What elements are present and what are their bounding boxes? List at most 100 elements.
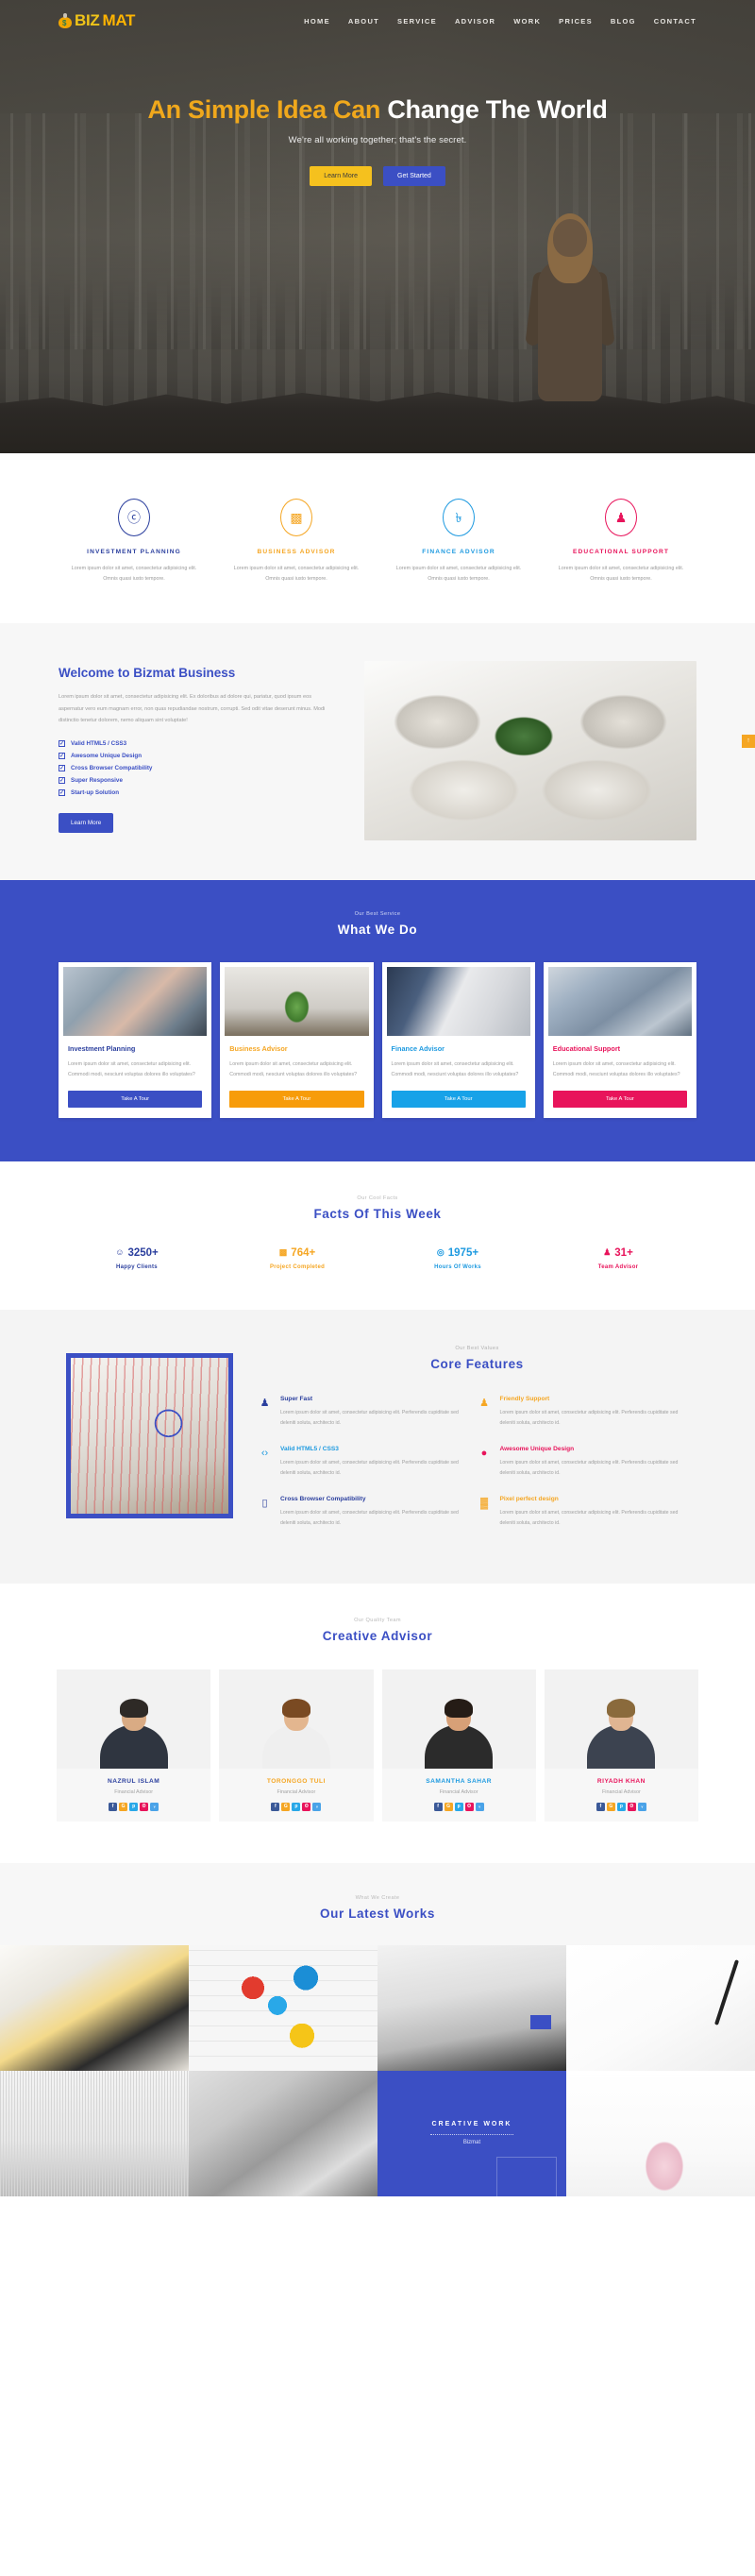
service-card-educational-support[interactable]: Educational Support Lorem ipsum dolor si… xyxy=(543,961,696,1118)
features-grid: ♟ Super Fast Lorem ipsum dolor sit amet,… xyxy=(258,1396,696,1546)
nav-item-contact[interactable]: CONTACT xyxy=(654,17,696,25)
learn-more-button[interactable]: Learn More xyxy=(310,166,372,187)
social-links: f G p ʘ ᵥ xyxy=(57,1802,210,1811)
buildings-silhouette xyxy=(0,274,755,415)
avatar xyxy=(219,1669,374,1769)
facebook-icon[interactable]: f xyxy=(271,1802,280,1811)
service-cards: Investment Planning Lorem ipsum dolor si… xyxy=(59,961,696,1118)
hero-subtitle: We're all working together; that's the s… xyxy=(288,135,467,146)
checklist-label: Awesome Unique Design xyxy=(71,753,143,760)
card-text: Lorem ipsum dolor sit amet, consectetur … xyxy=(229,1060,358,1077)
scroll-to-top-button[interactable]: ↑ xyxy=(742,734,755,748)
service-item-educational-support[interactable]: ♟ EDUCATIONAL SUPPORT Lorem ipsum dolor … xyxy=(544,499,698,585)
service-text: Lorem ipsum dolor sit amet, consectetur … xyxy=(71,566,197,583)
dribbble-icon[interactable]: ʘ xyxy=(140,1802,149,1811)
checklist-label: Start-up Solution xyxy=(71,789,120,797)
twitter-icon[interactable]: ᵥ xyxy=(150,1802,159,1811)
portfolio-item[interactable] xyxy=(566,2070,755,2196)
service-text: Lorem ipsum dolor sit amet, consectetur … xyxy=(558,566,684,583)
portfolio-item[interactable] xyxy=(189,2070,378,2196)
service-card-business-advisor[interactable]: Business Advisor Lorem ipsum dolor sit a… xyxy=(220,961,374,1118)
nav-item-service[interactable]: SERVICE xyxy=(397,17,437,25)
feature-text: Lorem ipsum dolor sit amet, consectetur … xyxy=(280,1509,459,1527)
fact-value: 764+ xyxy=(291,1246,316,1259)
pinterest-icon[interactable]: p xyxy=(129,1802,139,1811)
take-a-tour-button[interactable]: Take A Tour xyxy=(391,1090,526,1108)
team-member-card[interactable]: TORONGGO TULI Financial Advisor f G p ʘ … xyxy=(219,1669,374,1822)
get-started-button[interactable]: Get Started xyxy=(383,166,445,187)
take-a-tour-button[interactable]: Take A Tour xyxy=(552,1090,687,1108)
site-logo[interactable]: BIZMAT xyxy=(59,11,135,30)
pinterest-icon[interactable]: p xyxy=(616,1802,626,1811)
team-member-card[interactable]: SAMANTHA SAHAR Financial Advisor f G p ʘ… xyxy=(381,1669,536,1822)
portfolio-item[interactable] xyxy=(0,1944,189,2071)
take-a-tour-button[interactable]: Take A Tour xyxy=(68,1090,203,1108)
card-title: Business Advisor xyxy=(229,1043,288,1053)
check-icon: ✓ xyxy=(59,789,65,797)
card-text: Lorem ipsum dolor sit amet, consectetur … xyxy=(552,1060,680,1077)
portfolio-item[interactable] xyxy=(566,1944,755,2071)
twitter-icon[interactable]: ᵥ xyxy=(637,1802,646,1811)
fact-number-wrap: ▩ 764+ xyxy=(217,1247,378,1259)
nav-item-work[interactable]: WORK xyxy=(513,17,541,25)
checklist-item: ✓ Cross Browser Compatibility xyxy=(59,765,336,772)
fact-label: Team Advisor xyxy=(597,1263,639,1270)
portfolio-item[interactable] xyxy=(0,2070,189,2196)
service-item-business-advisor[interactable]: ▩ BUSINESS ADVISOR Lorem ipsum dolor sit… xyxy=(219,499,374,585)
twitter-icon[interactable]: ᵥ xyxy=(312,1802,322,1811)
dribbble-icon[interactable]: ʘ xyxy=(627,1802,636,1811)
core-features-image xyxy=(59,1345,233,1518)
google-plus-icon[interactable]: G xyxy=(606,1802,615,1811)
pinterest-icon[interactable]: p xyxy=(454,1802,463,1811)
pinterest-icon[interactable]: p xyxy=(292,1802,301,1811)
runner-icon: ♟ xyxy=(260,1397,270,1409)
facebook-icon[interactable]: f xyxy=(433,1802,443,1811)
service-item-investment-planning[interactable]: ⓒ INVESTMENT PLANNING Lorem ipsum dolor … xyxy=(57,499,211,585)
section-title: Creative Advisor xyxy=(322,1628,433,1643)
latest-works-section: What We Create Our Latest Works CREATIVE… xyxy=(0,1862,755,2196)
portfolio-item-creative-work[interactable]: CREATIVE WORK Bizmat xyxy=(378,2070,566,2196)
portfolio-grid: CREATIVE WORK Bizmat xyxy=(0,1944,755,2196)
fact-number-wrap: ☺ 3250+ xyxy=(57,1247,217,1259)
portfolio-item[interactable] xyxy=(378,1944,566,2071)
code-brackets-icon: ‹› xyxy=(260,1447,269,1459)
team-member-card[interactable]: RIYADH KHAN Financial Advisor f G p ʘ ᵥ xyxy=(544,1669,698,1822)
lightbulb-icon: ● xyxy=(480,1447,488,1459)
support-person-icon: ♟ xyxy=(479,1397,489,1409)
twitter-icon[interactable]: ᵥ xyxy=(475,1802,484,1811)
welcome-text-column: Welcome to Bizmat Business Lorem ipsum d… xyxy=(59,661,336,840)
facebook-icon[interactable]: f xyxy=(109,1802,118,1811)
card-image xyxy=(63,966,208,1036)
welcome-learn-more-button[interactable]: Learn More xyxy=(59,813,114,834)
check-icon: ✓ xyxy=(59,765,65,772)
feature-title: Friendly Support xyxy=(499,1395,550,1402)
facebook-icon[interactable]: f xyxy=(596,1802,605,1811)
fact-value: 1975+ xyxy=(447,1246,479,1259)
team-member-card[interactable]: NAZRUL ISLAM Financial Advisor f G p ʘ ᵥ xyxy=(57,1669,211,1822)
dribbble-icon[interactable]: ʘ xyxy=(464,1802,474,1811)
nav-item-about[interactable]: ABOUT xyxy=(348,17,379,25)
service-card-finance-advisor[interactable]: Finance Advisor Lorem ipsum dolor sit am… xyxy=(381,961,535,1118)
service-card-investment-planning[interactable]: Investment Planning Lorem ipsum dolor si… xyxy=(59,961,212,1118)
nav-item-home[interactable]: HOME xyxy=(304,17,330,25)
service-item-finance-advisor[interactable]: ৳ FINANCE ADVISOR Lorem ipsum dolor sit … xyxy=(381,499,536,585)
google-plus-icon[interactable]: G xyxy=(444,1802,453,1811)
dribbble-icon[interactable]: ʘ xyxy=(302,1802,311,1811)
nav-links: HOME ABOUT SERVICE ADVISOR WORK PRICES B… xyxy=(304,17,696,25)
overlay-divider xyxy=(430,2134,513,2136)
nav-item-prices[interactable]: PRICES xyxy=(559,17,593,25)
card-text: Lorem ipsum dolor sit amet, consectetur … xyxy=(68,1060,195,1077)
fact-value: 3250+ xyxy=(127,1246,159,1259)
portfolio-item[interactable] xyxy=(189,1944,378,2071)
feature-title: Pixel perfect design xyxy=(499,1495,559,1502)
service-title: FINANCE ADVISOR xyxy=(422,549,495,555)
google-plus-icon[interactable]: G xyxy=(119,1802,128,1811)
core-features-section: Our Best Values Core Features ♟ Super Fa… xyxy=(0,1309,755,1584)
google-plus-icon[interactable]: G xyxy=(281,1802,291,1811)
nav-item-advisor[interactable]: ADVISOR xyxy=(455,17,495,25)
feature-title: Awesome Unique Design xyxy=(499,1445,575,1452)
feature-valid-html5-css3: ‹› Valid HTML5 / CSS3 Lorem ipsum dolor … xyxy=(258,1446,478,1480)
nav-item-blog[interactable]: BLOG xyxy=(611,17,636,25)
take-a-tour-button[interactable]: Take A Tour xyxy=(229,1090,364,1108)
feature-title: Super Fast xyxy=(280,1395,313,1402)
